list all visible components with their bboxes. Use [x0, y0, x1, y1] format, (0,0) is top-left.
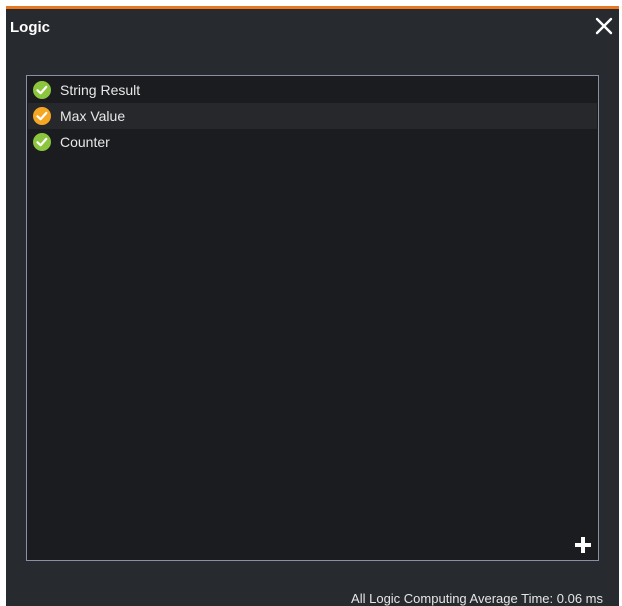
- list-item-string-result[interactable]: String Result: [28, 77, 597, 103]
- logic-list[interactable]: String Result Max Value Counter: [26, 75, 599, 561]
- logic-panel: Logic String Result Max Value Counter Al…: [6, 6, 619, 606]
- list-item-label: Max Value: [60, 108, 126, 124]
- panel-header: Logic: [6, 9, 619, 47]
- check-circle-icon: [33, 107, 51, 125]
- check-circle-icon: [33, 81, 51, 99]
- list-item-counter[interactable]: Counter: [28, 129, 597, 155]
- panel-title: Logic: [10, 19, 50, 36]
- list-item-max-value[interactable]: Max Value: [28, 103, 597, 129]
- check-circle-icon: [33, 133, 51, 151]
- close-icon[interactable]: [593, 15, 615, 37]
- plus-icon[interactable]: [574, 536, 592, 554]
- list-item-label: Counter: [60, 134, 110, 150]
- average-time-status: All Logic Computing Average Time: 0.06 m…: [351, 591, 603, 606]
- list-item-label: String Result: [60, 82, 141, 98]
